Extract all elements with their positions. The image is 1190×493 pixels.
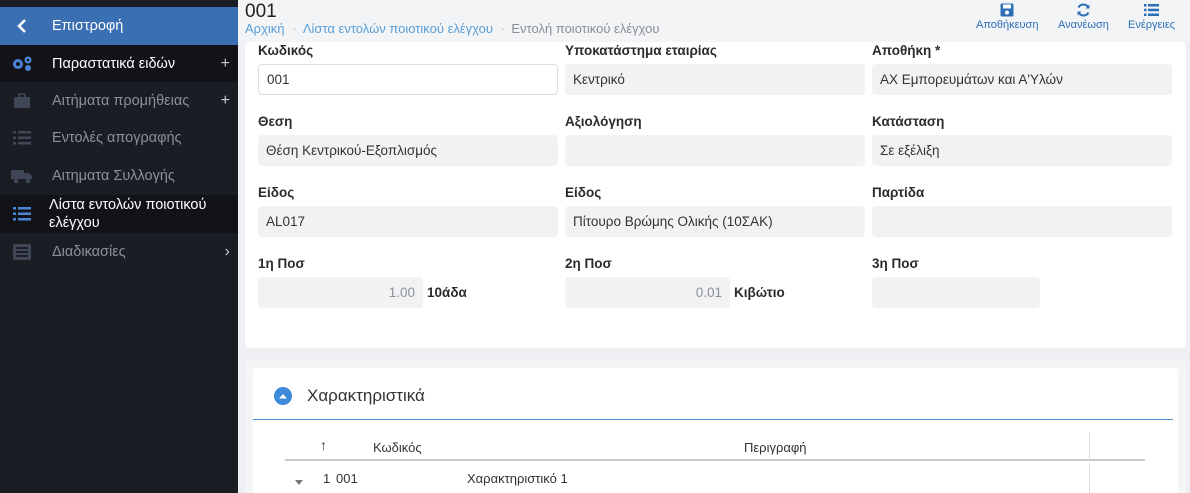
sidebar-item-document-types[interactable]: Παραστατικά ειδών + [0, 45, 238, 82]
sidebar-item-label: Εντολές απογραφής [52, 129, 182, 146]
back-button[interactable]: Επιστροφή [0, 7, 238, 45]
expand-row-icon[interactable] [295, 473, 303, 488]
status-field[interactable]: Σε εξέλιξη [872, 135, 1172, 166]
qty1-unit: 10άδα [427, 285, 467, 300]
column-header-code[interactable]: Κωδικός [373, 440, 422, 455]
gears-icon [10, 53, 34, 75]
chevron-left-icon [10, 15, 34, 37]
actions-button[interactable]: Ενέργειες [1128, 3, 1175, 31]
breadcrumb: Αρχική · Λίστα εντολών ποιοτικού ελέγχου · Ε… [245, 21, 660, 36]
sidebar-item-collection-requests[interactable]: Αιτηματα Συλλογής [0, 157, 238, 194]
branch-field[interactable]: Κεντρικό [565, 64, 865, 95]
table-list-icon [10, 241, 34, 263]
item-code-label: Είδος [258, 185, 295, 200]
rating-field[interactable] [565, 135, 865, 166]
actions-label: Ενέργειες [1128, 19, 1176, 31]
rating-label: Αξιολόγηση [565, 114, 642, 129]
batch-label: Παρτίδα [872, 185, 925, 200]
item-desc-label: Είδος [565, 185, 602, 200]
qty2-label: 2η Ποσ [565, 256, 612, 271]
sidebar-item-label: Διαδικασίες [52, 243, 126, 260]
table-row[interactable]: 1 001 Χαρακτηριστικό 1 [285, 463, 1145, 493]
refresh-button[interactable]: Ανανέωση [1058, 3, 1109, 31]
list-icon [10, 203, 34, 225]
sidebar-item-quality-control-list[interactable]: Λίστα εντολών ποιοτικού ελέγχου [0, 195, 238, 233]
characteristics-section: Χαρακτηριστικά ↑ Κωδικός Περιγραφή 1 001… [245, 360, 1186, 493]
form-card: Κωδικός 001 Υποκατάστημα εταιρίας Κεντρι… [245, 42, 1186, 348]
sort-arrow-icon[interactable]: ↑ [320, 437, 327, 453]
sidebar: Επιστροφή Παραστατικά ειδών + Αιτήματα π… [0, 0, 238, 493]
plus-icon[interactable]: + [221, 55, 230, 73]
sidebar-item-label: Παραστατικά ειδών [52, 55, 176, 72]
column-divider [1089, 432, 1090, 461]
save-label: Αποθήκευση [976, 19, 1039, 31]
position-label: Θεση [258, 114, 293, 129]
list-icon [10, 127, 34, 149]
refresh-label: Ανανέωση [1058, 19, 1109, 31]
main-content: 001 Αρχική · Λίστα εντολών ποιοτικού ελέγχ… [238, 0, 1190, 493]
list-icon [1144, 4, 1160, 16]
truck-icon [10, 165, 34, 187]
status-label: Κατάσταση [872, 114, 945, 129]
plus-icon[interactable]: + [221, 92, 230, 110]
sidebar-item-procedures[interactable]: Διαδικασίες › [0, 233, 238, 270]
qty3-field[interactable] [872, 277, 1040, 308]
breadcrumb-current: Εντολή ποιοτικού ελέγχου [511, 21, 660, 36]
back-label: Επιστροφή [52, 18, 124, 34]
breadcrumb-list[interactable]: Λίστα εντολών ποιοτικού ελέγχου [303, 21, 493, 36]
sidebar-item-label: Λίστα εντολών ποιοτικού ελέγχου [49, 197, 207, 231]
chevron-right-icon[interactable]: › [225, 243, 230, 261]
breadcrumb-home[interactable]: Αρχική [245, 21, 285, 36]
collapse-icon[interactable] [274, 387, 292, 405]
batch-field[interactable] [872, 206, 1172, 237]
sidebar-item-label: Αιτήματα προμήθειας [52, 92, 190, 109]
warehouse-field[interactable]: ΑΧ Εμπορευμάτων και Α'Υλών [872, 64, 1172, 95]
qty3-label: 3η Ποσ [872, 256, 919, 271]
branch-label: Υποκατάστημα εταιρίας [565, 43, 717, 58]
save-icon [1000, 3, 1014, 17]
warehouse-label: Αποθήκη * [872, 43, 941, 58]
item-code-field[interactable]: AL017 [258, 206, 558, 237]
row-number: 1 [323, 471, 331, 486]
column-divider [1089, 463, 1090, 493]
sidebar-item-label: Αιτηματα Συλλογής [52, 167, 175, 184]
sidebar-item-supply-requests[interactable]: Αιτήματα προμήθειας + [0, 82, 238, 119]
sidebar-item-inventory-orders[interactable]: Εντολές απογραφής [0, 119, 238, 156]
page-title: 001 [245, 1, 277, 22]
position-field[interactable]: Θέση Κεντρικού-Εξοπλισμός [258, 135, 558, 166]
briefcase-icon [10, 90, 34, 112]
refresh-icon [1077, 3, 1090, 17]
column-header-description[interactable]: Περιγραφή [744, 440, 807, 455]
item-desc-field[interactable]: Πίτουρο Βρώμης Ολικής (10ΣΑΚ) [565, 206, 865, 237]
row-code: 001 [336, 471, 358, 486]
qty1-label: 1η Ποσ [258, 256, 305, 271]
qty1-field[interactable]: 1.00 [258, 277, 423, 308]
section-divider [253, 419, 1173, 420]
qty2-field[interactable]: 0.01 [565, 277, 730, 308]
section-title: Χαρακτηριστικά [307, 386, 425, 405]
top-bar: 001 Αρχική · Λίστα εντολών ποιοτικού ελέγχ… [238, 0, 1190, 42]
characteristics-panel: Χαρακτηριστικά ↑ Κωδικός Περιγραφή 1 001… [253, 368, 1178, 493]
save-button[interactable]: Αποθήκευση [976, 3, 1038, 31]
grid-header: ↑ Κωδικός Περιγραφή [285, 432, 1145, 461]
row-description: Χαρακτηριστικό 1 [467, 471, 568, 486]
code-input[interactable]: 001 [258, 64, 558, 95]
qty2-unit: Κιβώτιο [734, 285, 785, 300]
code-label: Κωδικός [258, 43, 314, 58]
